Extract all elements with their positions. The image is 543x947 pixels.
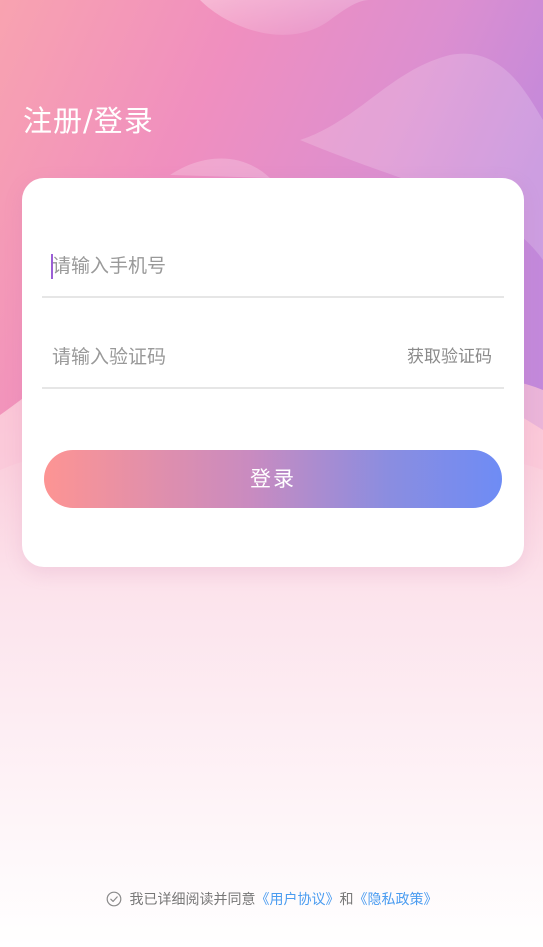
agreement-row: 我已详细阅读并同意《用户协议》和《隐私政策》 <box>0 889 543 911</box>
phone-field <box>42 236 504 298</box>
privacy-policy-link[interactable]: 《隐私政策》 <box>354 892 438 908</box>
user-agreement-link[interactable]: 《用户协议》 <box>256 892 340 908</box>
agreement-conjunction: 和 <box>339 892 354 908</box>
login-button[interactable]: 登录 <box>44 450 502 508</box>
phone-input[interactable] <box>42 236 392 296</box>
page-title: 注册/登录 <box>23 104 154 138</box>
agreement-text: 我已详细阅读并同意 <box>129 892 256 908</box>
verification-code-input[interactable] <box>42 327 392 387</box>
check-circle-icon[interactable] <box>106 891 122 911</box>
get-code-button[interactable]: 获取验证码 <box>407 327 492 387</box>
code-field: 获取验证码 <box>42 327 504 389</box>
text-cursor <box>51 254 53 279</box>
login-card: 获取验证码 登录 <box>22 178 524 567</box>
